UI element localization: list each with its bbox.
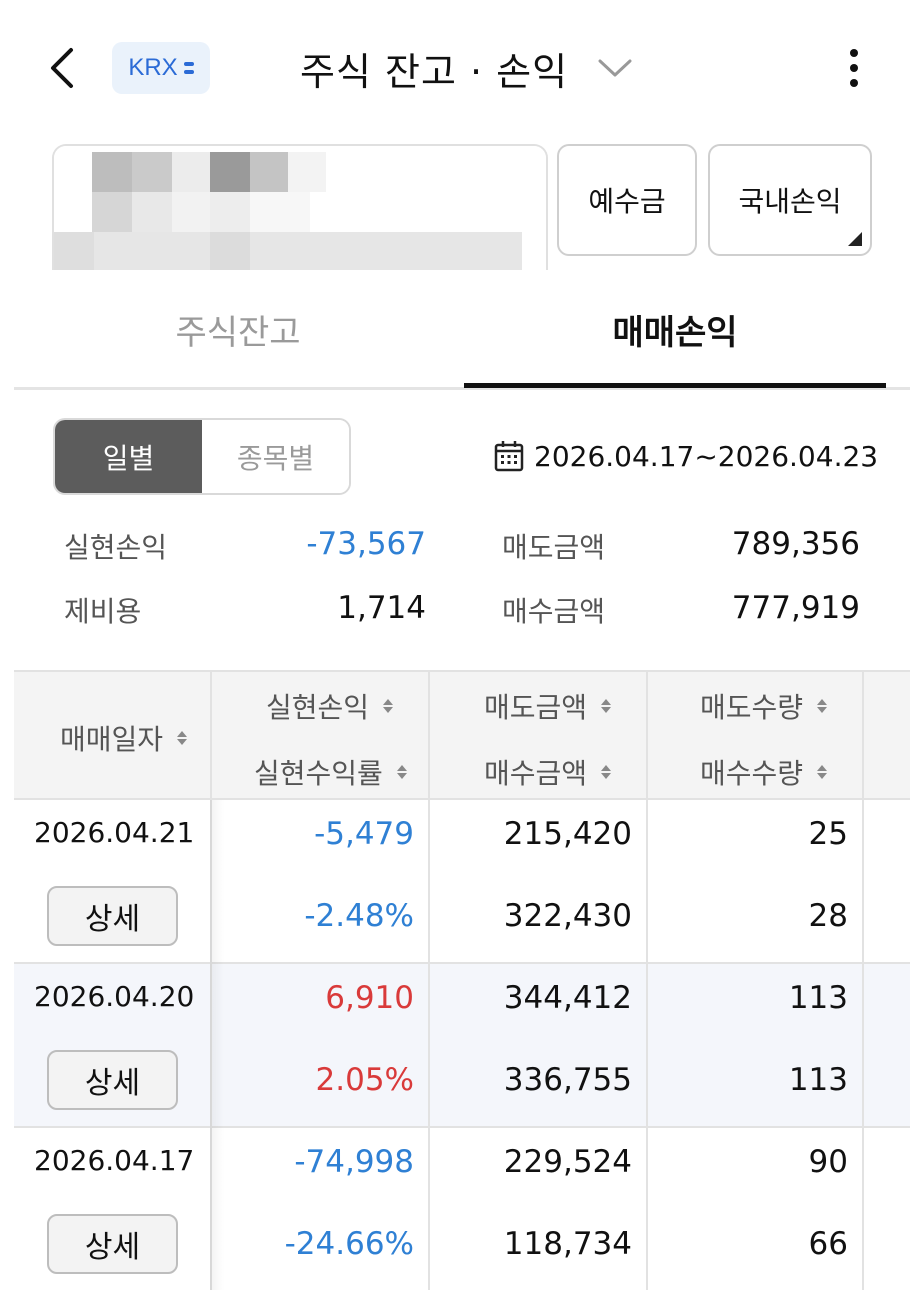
sort-icon	[817, 699, 828, 713]
sort-icon	[383, 699, 394, 713]
market-badge-label: KRX	[128, 54, 178, 81]
header-buy-qty[interactable]: 매수수량	[700, 752, 828, 792]
table-row: 2026.04.20 상세 6,910 2.05% 344,412 336,75…	[14, 964, 910, 1128]
detail-button[interactable]: 상세	[47, 886, 178, 946]
row-sell-amount: 344,412	[503, 980, 632, 1016]
krx-lines-icon	[183, 62, 194, 74]
row-sell-amount: 215,420	[503, 816, 632, 852]
frozen-column-shadow	[210, 800, 224, 1290]
fees-label: 제비용	[64, 595, 142, 628]
realized-pl-value: -73,567	[306, 526, 426, 562]
sort-icon	[601, 699, 612, 713]
row-realized-rate: 2.05%	[315, 1062, 414, 1098]
main-tabs: 주식잔고 매매손익	[14, 270, 910, 390]
row-sell-qty: 25	[808, 816, 848, 852]
row-sell-amount: 229,524	[503, 1144, 632, 1180]
row-buy-qty: 113	[788, 1062, 848, 1098]
segment-by-item[interactable]: 종목별	[202, 420, 349, 493]
page-title: 주식 잔고 · 손익	[300, 49, 569, 94]
row-buy-amount: 336,755	[503, 1062, 632, 1098]
header-sell-amount[interactable]: 매도금액	[484, 686, 612, 726]
header-buy-qty-label: 매수수량	[700, 757, 804, 790]
table-row: 2026.04.21 상세 -5,479 -2.48% 215,420 322,…	[14, 800, 910, 964]
row-realized-rate: -2.48%	[304, 898, 414, 934]
title-dropdown[interactable]: 주식 잔고 · 손익	[300, 36, 632, 100]
header-realized-rate-label: 실현수익률	[254, 757, 383, 790]
deposit-button-label: 예수금	[588, 185, 666, 218]
more-vertical-icon[interactable]	[834, 40, 874, 96]
active-tab-indicator	[464, 383, 886, 388]
detail-button-label: 상세	[84, 1066, 141, 1101]
calendar-icon	[494, 441, 524, 472]
date-range-text: 2026.04.17~2026.04.23	[534, 439, 879, 473]
header-buy-amount[interactable]: 매수금액	[484, 752, 612, 792]
row-realized-pl: -5,479	[314, 816, 414, 852]
back-button[interactable]	[38, 42, 86, 94]
row-buy-qty: 28	[808, 898, 848, 934]
corner-triangle-icon	[848, 232, 862, 246]
detail-button[interactable]: 상세	[47, 1214, 178, 1274]
market-badge[interactable]: KRX	[112, 42, 210, 94]
pl-summary: 실현손익 -73,567 제비용 1,714 매도금액 789,356 매수금액…	[0, 512, 922, 652]
header-sell-qty-label: 매도수량	[700, 691, 804, 724]
domestic-pl-button-label: 국내손익	[738, 185, 842, 218]
sell-amount-label: 매도금액	[502, 531, 606, 564]
sort-icon	[177, 731, 188, 745]
row-buy-amount: 322,430	[503, 898, 632, 934]
tab-trading-pl[interactable]: 매매손익	[464, 270, 886, 388]
sort-icon	[601, 765, 612, 779]
row-realized-pl: -74,998	[294, 1144, 414, 1180]
deposit-button[interactable]: 예수금	[557, 144, 697, 256]
app-header: KRX 주식 잔고 · 손익	[0, 0, 922, 136]
fees-value: 1,714	[337, 590, 426, 626]
header-trade-date-label: 매매일자	[60, 723, 164, 756]
detail-button[interactable]: 상세	[47, 1050, 178, 1110]
row-date: 2026.04.20	[34, 980, 195, 1013]
buy-amount-value: 777,919	[731, 590, 860, 626]
header-realized-pl-label: 실현손익	[266, 691, 370, 724]
buy-amount-label: 매수금액	[502, 595, 606, 628]
blurred-account-info	[54, 146, 546, 270]
segment-daily[interactable]: 일별	[55, 420, 202, 493]
chevron-down-icon	[598, 59, 632, 77]
column-divider	[428, 670, 430, 1290]
row-realized-rate: -24.66%	[284, 1226, 414, 1262]
header-sell-amount-label: 매도금액	[484, 691, 588, 724]
header-sell-qty[interactable]: 매도수량	[700, 686, 828, 726]
header-buy-amount-label: 매수금액	[484, 757, 588, 790]
table-row: 2026.04.17 상세 -74,998 -24.66% 229,524 11…	[14, 1128, 910, 1290]
domestic-pl-button[interactable]: 국내손익	[708, 144, 872, 256]
sell-amount-value: 789,356	[731, 526, 860, 562]
row-buy-qty: 66	[808, 1226, 848, 1262]
detail-button-label: 상세	[84, 902, 141, 937]
header-trade-date[interactable]: 매매일자	[60, 718, 188, 758]
tab-stock-balance[interactable]: 주식잔고	[14, 270, 462, 388]
row-buy-amount: 118,734	[503, 1226, 632, 1262]
row-sell-qty: 113	[788, 980, 848, 1016]
stock-balance-pl-screen: KRX 주식 잔고 · 손익 예수금 국내손익 주식잔고 매매손익 일별 종목별…	[0, 0, 922, 1290]
back-chevron-icon	[51, 48, 73, 88]
detail-button-label: 상세	[84, 1230, 141, 1265]
table-header: 매매일자 실현손익 실현수익률 매도금액 매수금액 매도수량 매수수량	[14, 670, 910, 800]
column-divider	[862, 670, 864, 1290]
row-realized-pl: 6,910	[325, 980, 414, 1016]
account-selector[interactable]	[52, 144, 548, 270]
header-realized-rate[interactable]: 실현수익률	[254, 752, 407, 792]
trade-pl-table: 매매일자 실현손익 실현수익률 매도금액 매수금액 매도수량 매수수량 2026…	[14, 670, 910, 1290]
sort-icon	[396, 765, 407, 779]
sort-icon	[817, 765, 828, 779]
row-sell-qty: 90	[808, 1144, 848, 1180]
date-range-picker[interactable]: 2026.04.17~2026.04.23	[494, 434, 878, 478]
realized-pl-label: 실현손익	[64, 531, 168, 564]
period-segment-control: 일별 종목별	[53, 418, 351, 495]
row-date: 2026.04.21	[34, 816, 195, 849]
column-divider	[646, 670, 648, 1290]
row-date: 2026.04.17	[34, 1144, 195, 1177]
header-realized-pl[interactable]: 실현손익	[266, 686, 394, 726]
